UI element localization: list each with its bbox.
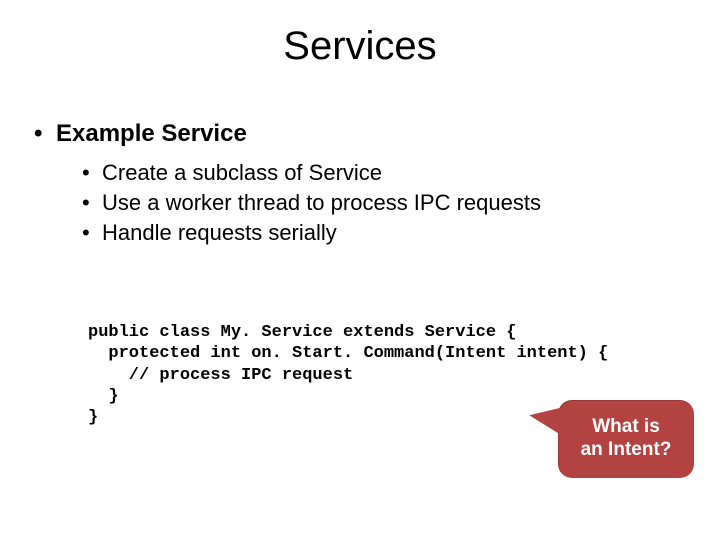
sub-bullet: Use a worker thread to process IPC reque… bbox=[82, 190, 680, 216]
code-line: public class My. Service extends Service… bbox=[88, 323, 516, 342]
bullet-heading: Example Service bbox=[40, 120, 680, 148]
sub-bullet: Handle requests serially bbox=[82, 220, 680, 246]
code-line: } bbox=[88, 387, 119, 406]
callout-text: What is an Intent? bbox=[581, 416, 672, 462]
slide: Services Example Service Create a subcla… bbox=[0, 0, 720, 540]
code-line: protected int on. Start. Command(Intent … bbox=[88, 344, 608, 363]
slide-content: Example Service Create a subclass of Ser… bbox=[40, 120, 680, 250]
callout-line1: What is bbox=[592, 416, 660, 437]
callout-bubble: What is an Intent? bbox=[558, 400, 694, 478]
sub-bullet-list: Create a subclass of Service Use a worke… bbox=[82, 160, 680, 246]
code-line: } bbox=[88, 408, 98, 427]
code-line: // process IPC request bbox=[88, 366, 353, 385]
callout-line2: an Intent? bbox=[581, 439, 672, 460]
sub-bullet: Create a subclass of Service bbox=[82, 160, 680, 186]
slide-title: Services bbox=[0, 24, 720, 69]
